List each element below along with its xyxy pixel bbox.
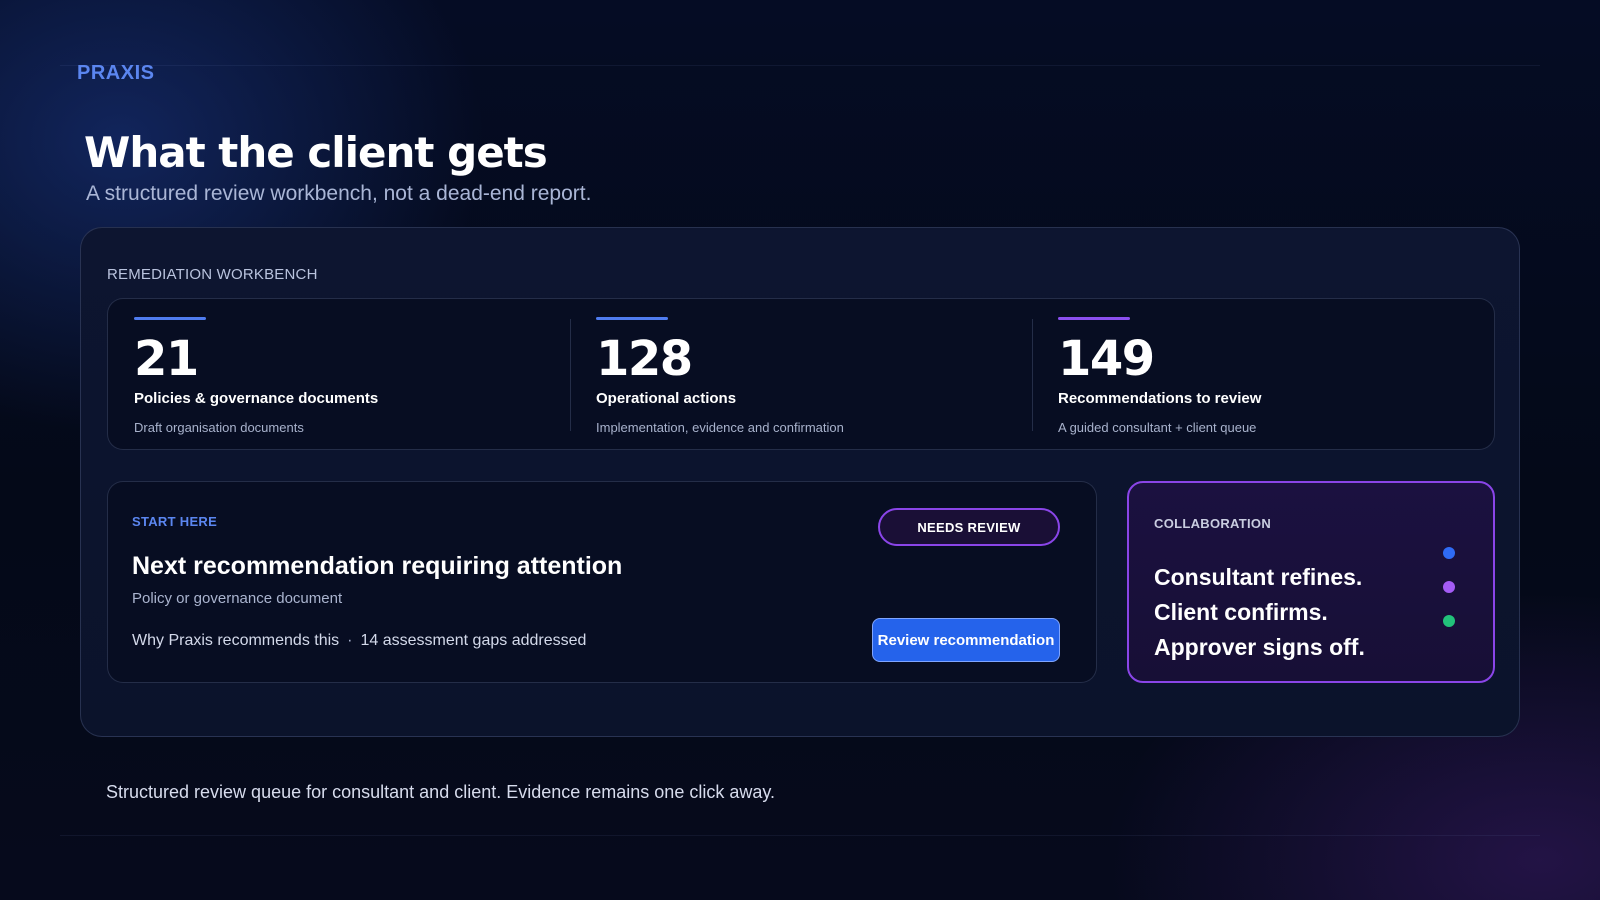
stat-label: Operational actions	[596, 390, 737, 407]
page-subtitle: A structured review workbench, not a dea…	[86, 182, 592, 205]
recommendation-title: Next recommendation requiring attention	[132, 552, 623, 580]
needs-review-badge: NEEDS REVIEW	[878, 508, 1060, 546]
stats-strip: 21 Policies & governance documents Draft…	[107, 298, 1495, 450]
stat-description: A guided consultant + client queue	[1058, 420, 1257, 435]
remediation-workbench-panel: REMEDIATION WORKBENCH 21 Policies & gove…	[80, 227, 1520, 737]
stat-accent-bar	[596, 317, 668, 320]
collaboration-kicker: COLLABORATION	[1154, 516, 1272, 531]
stat-operational-actions: 128 Operational actions Implementation, …	[570, 299, 1032, 449]
step-client: Client confirms.	[1154, 599, 1328, 625]
top-divider	[60, 65, 1540, 66]
page-title: What the client gets	[84, 128, 548, 177]
gaps-addressed-text: 14 assessment gaps addressed	[360, 632, 587, 649]
recommendation-type: Policy or governance document	[132, 590, 343, 607]
step-consultant: Consultant refines.	[1154, 564, 1363, 590]
footer-note: Structured review queue for consultant a…	[106, 782, 776, 802]
stat-accent-bar	[1058, 317, 1130, 320]
client-dot-icon	[1443, 581, 1455, 593]
stat-accent-bar	[134, 317, 206, 320]
start-here-card: START HERE NEEDS REVIEW Next recommendat…	[107, 481, 1097, 683]
stat-value: 21	[134, 331, 199, 387]
status-dots	[1443, 547, 1455, 649]
collaboration-card: COLLABORATION Consultant refines. Client…	[1127, 481, 1495, 683]
recommendation-rationale: Why Praxis recommends this · 14 assessment…	[132, 632, 586, 650]
stat-description: Implementation, evidence and confirmatio…	[596, 420, 844, 435]
stat-value: 149	[1058, 331, 1155, 387]
stat-policies: 21 Policies & governance documents Draft…	[108, 299, 570, 449]
stat-label: Recommendations to review	[1058, 390, 1262, 407]
start-here-kicker: START HERE	[132, 514, 218, 529]
separator-dot: ·	[347, 632, 353, 649]
workbench-label: REMEDIATION WORKBENCH	[107, 266, 318, 283]
brand-logo-text: PRAXIS	[77, 62, 155, 84]
stat-recommendations: 149 Recommendations to review A guided c…	[1032, 299, 1494, 449]
collaboration-steps: Consultant refines. Client confirms. App…	[1154, 560, 1365, 665]
approver-dot-icon	[1443, 615, 1455, 627]
step-approver: Approver signs off.	[1154, 634, 1365, 660]
stat-value: 128	[596, 331, 693, 387]
bottom-divider	[60, 835, 1540, 836]
why-link-text[interactable]: Why Praxis recommends this	[132, 632, 339, 649]
review-recommendation-button[interactable]: Review recommendation	[872, 618, 1060, 662]
stat-label: Policies & governance documents	[134, 390, 379, 407]
stat-description: Draft organisation documents	[134, 420, 304, 435]
consultant-dot-icon	[1443, 547, 1455, 559]
